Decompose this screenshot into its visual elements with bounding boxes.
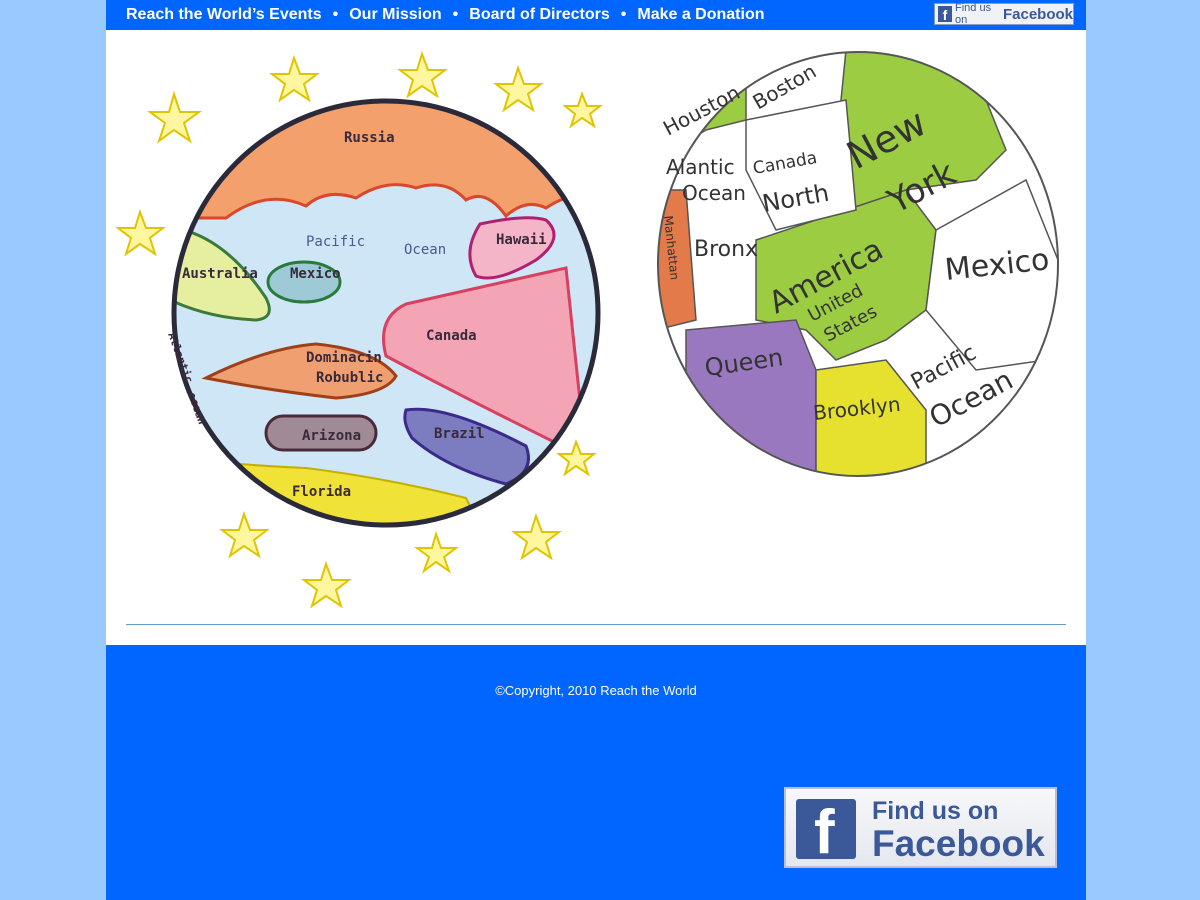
nav-link-events[interactable]: Reach the World’s Events xyxy=(126,6,322,23)
drawing-label: Australia xyxy=(182,266,258,282)
facebook-badge-line1: Find us on xyxy=(872,797,999,825)
facebook-icon: f xyxy=(796,799,856,859)
drawing-label: Hawaii xyxy=(496,232,547,248)
drawing-label: Arizona xyxy=(302,428,361,444)
drawing-label: Florida xyxy=(292,484,351,500)
divider xyxy=(126,624,1066,625)
nav-link-board[interactable]: Board of Directors xyxy=(469,6,609,23)
globe-drawing-right: Houston Boston Alantic Ocean Canada Nort… xyxy=(657,51,1059,477)
nav-link-mission[interactable]: Our Mission xyxy=(349,6,441,23)
copyright-text: ©Copyright, 2010 Reach the World xyxy=(495,683,697,698)
nav-separator: • xyxy=(620,6,627,23)
drawing-label: Russia xyxy=(344,130,395,146)
facebook-icon: f xyxy=(938,6,952,22)
nav-separator: • xyxy=(452,6,459,23)
drawing-label: Brazil xyxy=(434,426,485,442)
nav-separator: • xyxy=(332,6,339,23)
footer: ©Copyright, 2010 Reach the World f Find … xyxy=(106,645,1086,900)
drawing-label: Alantic xyxy=(666,155,735,179)
drawing-label: Robublic xyxy=(316,370,383,386)
drawing-label: Canada xyxy=(426,328,477,344)
globe-drawing-left: Russia Pacific Ocean Hawaii Australia Me… xyxy=(115,50,603,609)
facebook-badge-large[interactable]: f Find us on Facebook xyxy=(784,787,1057,868)
facebook-badge-line2: Facebook xyxy=(872,823,1045,864)
drawing-label: Bronx xyxy=(694,237,758,262)
drawing-label: Pacific xyxy=(306,234,365,250)
top-nav: Reach the World’s Events • Our Mission • Boa… xyxy=(106,0,1086,30)
drawing-label: Ocean xyxy=(404,242,446,258)
drawing-label: Mexico xyxy=(290,266,341,282)
facebook-badge-line1: Find us on xyxy=(955,2,992,26)
page: Reach the World’s Events • Our Mission • Boa… xyxy=(106,0,1086,900)
facebook-badge-small[interactable]: f Find us on Facebook xyxy=(934,2,1074,26)
nav-links: Reach the World’s Events • Our Mission • Boa… xyxy=(126,6,765,24)
drawing-label: Dominacin xyxy=(306,350,382,366)
nav-link-donation[interactable]: Make a Donation xyxy=(637,6,764,23)
drawing-label: Ocean xyxy=(682,181,746,205)
facebook-badge-line2: Facebook xyxy=(1002,5,1073,23)
